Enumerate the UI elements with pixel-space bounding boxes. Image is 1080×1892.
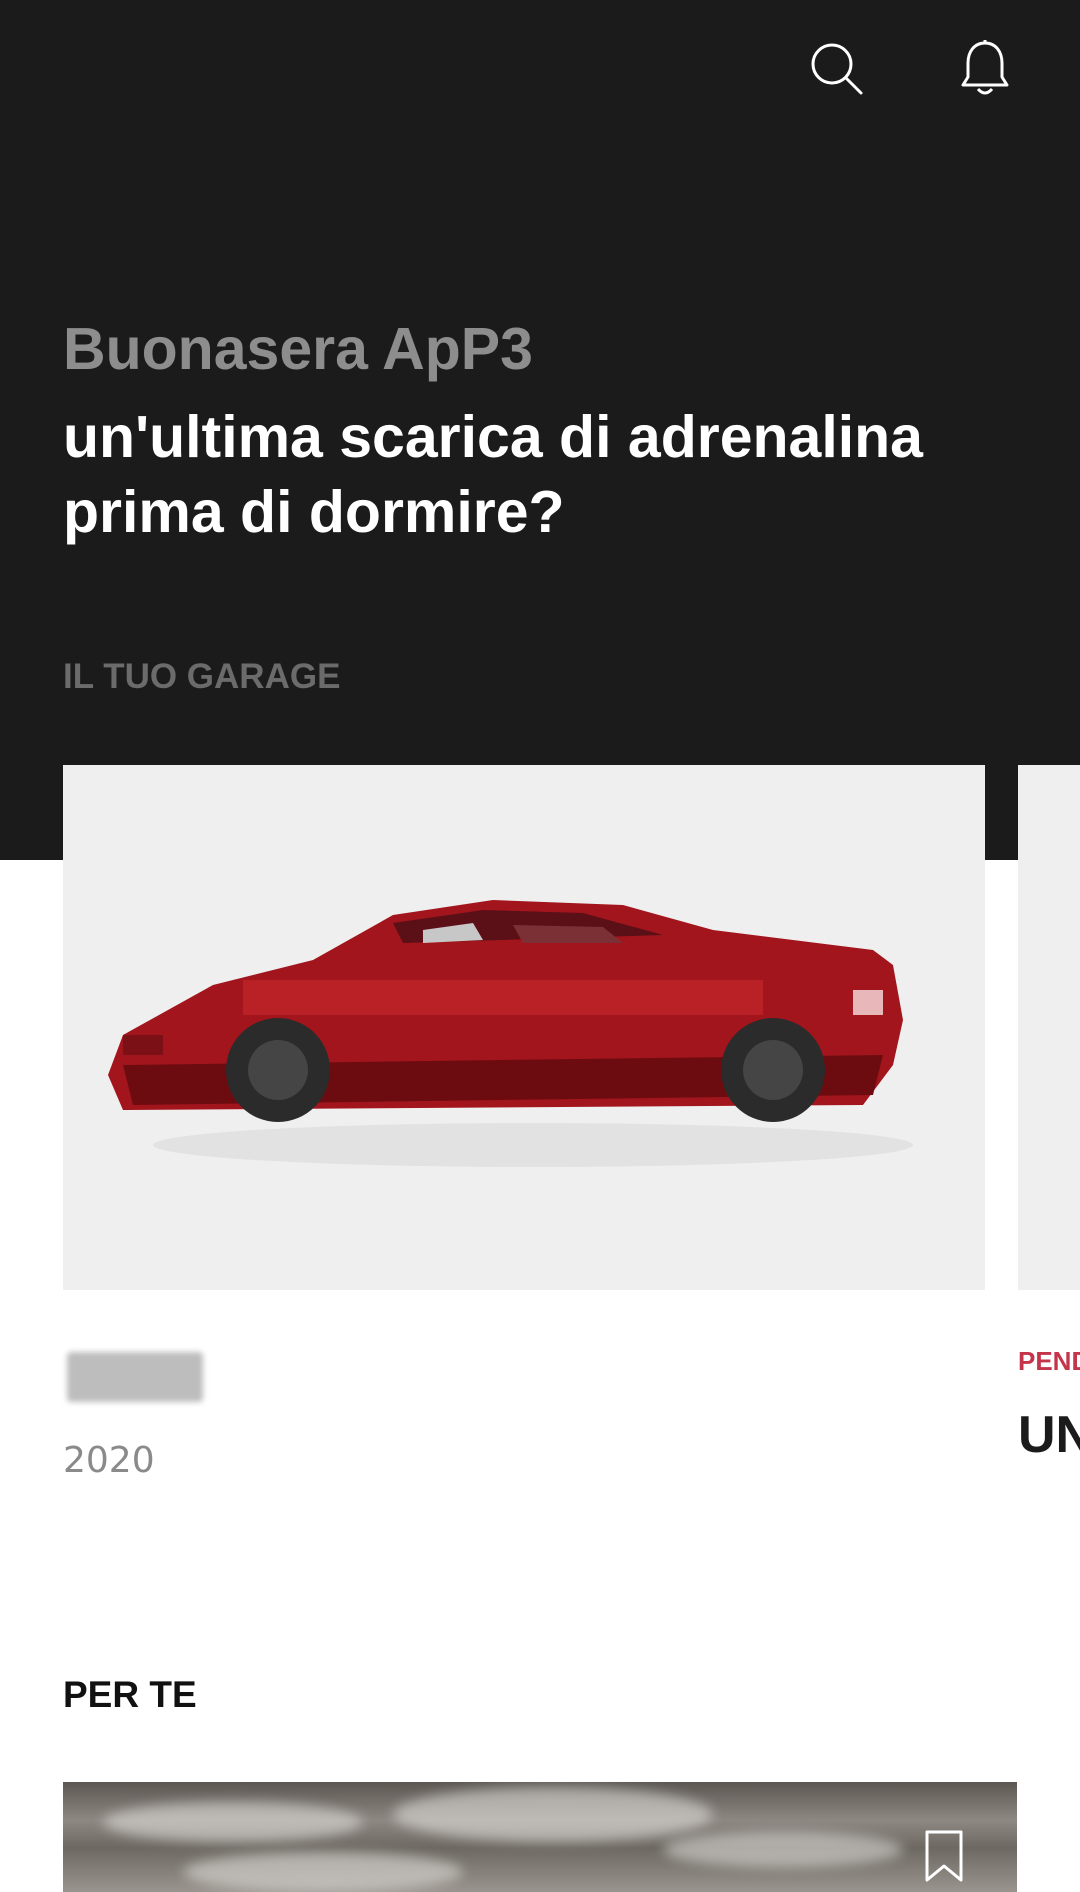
garage-next-card[interactable] — [1018, 765, 1080, 1290]
bookmark-button[interactable] — [919, 1828, 969, 1884]
next-card-title: UN — [1018, 1406, 1080, 1464]
car-image — [108, 900, 913, 1167]
search-button[interactable] — [804, 36, 870, 102]
garage-car-card[interactable] — [63, 765, 985, 1290]
search-icon — [811, 43, 863, 95]
bell-icon — [961, 40, 1009, 95]
car-name-redacted — [67, 1352, 203, 1402]
garage-section-title: IL TUO GARAGE — [63, 657, 341, 696]
cloud-shape — [663, 1832, 903, 1867]
next-card-badge: PEND — [1018, 1346, 1080, 1376]
hero-header: Buonasera ApP3 un'ultima scarica di adre… — [0, 0, 1080, 860]
for-you-section-title: PER TE — [63, 1674, 197, 1715]
for-you-card[interactable] — [63, 1782, 1017, 1892]
greeting-headline: un'ultima scarica di adrenalina prima di… — [63, 404, 923, 545]
notifications-button[interactable] — [952, 36, 1018, 102]
bookmark-icon — [925, 1830, 963, 1882]
greeting-name: Buonasera ApP3 — [63, 316, 533, 382]
cloud-shape — [183, 1852, 463, 1892]
cloud-shape — [103, 1802, 363, 1842]
cloud-shape — [393, 1787, 713, 1842]
car-year: 2020 — [63, 1440, 155, 1481]
